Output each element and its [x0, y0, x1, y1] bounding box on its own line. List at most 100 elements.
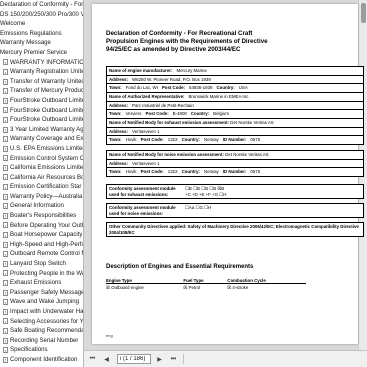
bookmark-item[interactable]: Lanyard Stop Switch — [0, 259, 83, 269]
bookmark-item[interactable]: California Emissions Limited — [0, 163, 83, 173]
bookmark-item[interactable]: Emission Certification Star La — [0, 182, 83, 192]
bookmark-page-icon — [3, 347, 8, 354]
viewer-toolbar: ⏮ ◀ ▶ ⏭ — [84, 350, 367, 367]
bookmark-label: Boater's Responsibilities — [10, 212, 77, 220]
bookmark-item[interactable]: High-Speed and High-Perfor — [0, 240, 83, 250]
bookmark-label: California Air Resources Boar — [10, 173, 83, 181]
bookmark-item[interactable]: Welcome — [0, 19, 83, 29]
bookmark-page-icon — [3, 78, 8, 85]
bookmark-item[interactable]: U.S. EPA Emissions Limited — [0, 144, 83, 154]
bookmark-label: Protecting People in the Wa — [10, 269, 83, 277]
bookmark-page-icon — [3, 318, 8, 325]
scrollbar-thumb[interactable] — [361, 3, 366, 23]
bookmark-item[interactable]: Before Operating Your Outbo — [0, 221, 83, 231]
bookmarks-panel[interactable]: Declaration of Conformity - For Rec… DS 1… — [0, 0, 84, 367]
bookmark-item[interactable]: Impact with Underwater Haz — [0, 307, 83, 317]
bookmark-label: DS 150/200/250/300 Pro/300 Verado — [0, 10, 83, 18]
bookmark-item[interactable]: FourStroke Outboard Limited — [0, 106, 83, 116]
manufacturer-address-label: Address: — [109, 76, 129, 82]
bookmark-item[interactable]: Wave and Wake Jumping — [0, 297, 83, 307]
last-page-icon[interactable]: ⏭ — [168, 354, 179, 365]
bookmark-page-icon — [3, 212, 8, 219]
bookmark-label: Boat Horsepower Capacity — [10, 231, 83, 239]
engine-description-table: Engine Type Fuel Type Combustion Cycle ☒… — [106, 277, 306, 291]
notified-exhaust-town: Hovik — [125, 137, 137, 143]
bookmark-item[interactable]: WARRANTY INFORMATION — [0, 58, 83, 68]
manufacturer-town-label: Town: — [109, 85, 122, 91]
previous-page-icon[interactable]: ◀ — [101, 354, 112, 365]
bookmark-label: Passenger Safety Message - — [10, 288, 83, 296]
assessment-noise-options: ☐Aa ☐G ☐H — [185, 205, 212, 210]
bookmark-page-icon — [3, 327, 8, 334]
bookmark-item[interactable]: Safe Boating Recommendati — [0, 326, 83, 336]
bookmark-label: Wave and Wake Jumping — [10, 298, 79, 306]
bookmark-item[interactable]: Boat Horsepower Capacity — [0, 230, 83, 240]
bookmark-item[interactable]: Exhaust Emissions — [0, 278, 83, 288]
bookmark-item[interactable]: 3 Year Limited Warranty Ag — [0, 125, 83, 135]
bookmark-label: Warranty Policy—Australia ar — [10, 192, 83, 200]
notified-noise-id-label: ID Number: — [222, 169, 247, 175]
bookmark-item[interactable]: Emissions Regulations — [0, 29, 83, 39]
notified-exhaust-town-label: Town: — [109, 137, 122, 143]
bookmark-item[interactable]: Specifications — [0, 345, 83, 355]
bookmark-page-icon — [3, 193, 8, 200]
bookmark-page-icon — [3, 260, 8, 267]
bookmark-item[interactable]: Selecting Accessories for Yo — [0, 317, 83, 327]
notified-body-noise-box: Name of Notified Body for noise emission… — [106, 150, 364, 177]
bookmark-item[interactable]: Declaration of Conformity - For Rec… — [0, 0, 83, 10]
bookmark-label: FourStroke Outboard Limited — [10, 106, 83, 114]
bookmark-label: WARRANTY INFORMATION — [10, 58, 83, 66]
bookmark-label: Mercury Premier Service — [0, 48, 68, 56]
notified-noise-town-label: Town: — [109, 169, 122, 175]
bookmark-item[interactable]: Boater's Responsibilities — [0, 211, 83, 221]
notified-noise-label: Name of Notified Body for noise emission… — [109, 152, 224, 157]
bookmark-item[interactable]: Transfer of Mercury Product — [0, 86, 83, 96]
notified-noise-value: Det Norske Veritas AS — [225, 152, 269, 157]
bookmark-item[interactable]: Mercury Premier Service — [0, 48, 83, 58]
representative-value: Brunswick Marine in EMEA Inc. — [188, 94, 250, 99]
manufacturer-post: 54936-1939 — [189, 85, 213, 91]
bookmark-label: Recording Serial Number — [10, 336, 79, 344]
bookmark-item[interactable]: General Information — [0, 201, 83, 211]
bookmark-item[interactable]: Passenger Safety Message - — [0, 288, 83, 298]
bookmark-item[interactable]: Protecting People in the Wa — [0, 269, 83, 279]
bookmark-page-icon — [3, 164, 8, 171]
bookmark-item[interactable]: California Air Resources Boar — [0, 173, 83, 183]
bookmark-item[interactable]: Warranty Message — [0, 38, 83, 48]
bookmark-item[interactable]: Warranty Coverage and Exc — [0, 134, 83, 144]
representative-post: B-4800 — [172, 111, 187, 117]
bookmark-item[interactable]: Transfer of Warranty United — [0, 77, 83, 87]
bookmark-item[interactable]: Recording Serial Number — [0, 336, 83, 346]
bookmark-item[interactable]: Warranty Policy—Australia ar — [0, 192, 83, 202]
bookmark-item[interactable]: Warranty Registration United — [0, 67, 83, 77]
bookmark-page-icon — [3, 155, 8, 162]
bookmark-item[interactable]: FourStroke Outboard Limited — [0, 96, 83, 106]
bookmark-page-icon — [3, 136, 8, 143]
next-page-icon[interactable]: ▶ — [154, 354, 165, 365]
notified-body-exhaust-box: Name of Notified Body for exhaust emissi… — [106, 118, 364, 145]
bookmark-label: Exhaust Emissions — [10, 279, 62, 287]
bookmark-item[interactable]: Outboard Remote Control M — [0, 249, 83, 259]
bookmark-page-icon — [3, 174, 8, 181]
bookmark-page-icon — [3, 280, 8, 287]
bookmark-item[interactable]: Component Identification — [0, 355, 83, 365]
other-directives-box: Other Community Directives applied: Safe… — [106, 222, 364, 238]
bookmark-page-icon — [3, 232, 8, 239]
notified-noise-address-label: Address: — [109, 160, 129, 166]
bookmark-label: U.S. EPA Emissions Limited — [10, 144, 83, 152]
notified-exhaust-country: Norway — [203, 137, 219, 143]
page-number-input[interactable] — [117, 354, 151, 364]
bookmark-label: Safe Boating Recommendati — [10, 327, 83, 335]
bookmark-item[interactable]: FourStroke Outboard Limited — [0, 115, 83, 125]
toolbar-divider — [183, 354, 184, 364]
bookmark-page-icon — [3, 356, 8, 363]
manufacturer-box: Name of engine manufacturer: Mercury Mari… — [106, 66, 364, 93]
bookmark-page-icon — [3, 222, 8, 229]
bookmark-item[interactable]: Emission Control System Cor — [0, 154, 83, 164]
page-navigator — [117, 354, 151, 364]
page-footer-mark: eng — [106, 333, 113, 338]
first-page-icon[interactable]: ⏮ — [87, 354, 98, 365]
bookmark-label: Lanyard Stop Switch — [10, 260, 66, 268]
bookmark-item[interactable]: DS 150/200/250/300 Pro/300 Verado — [0, 10, 83, 20]
engines-section-title: Description of Engines and Essential Req… — [106, 264, 254, 270]
